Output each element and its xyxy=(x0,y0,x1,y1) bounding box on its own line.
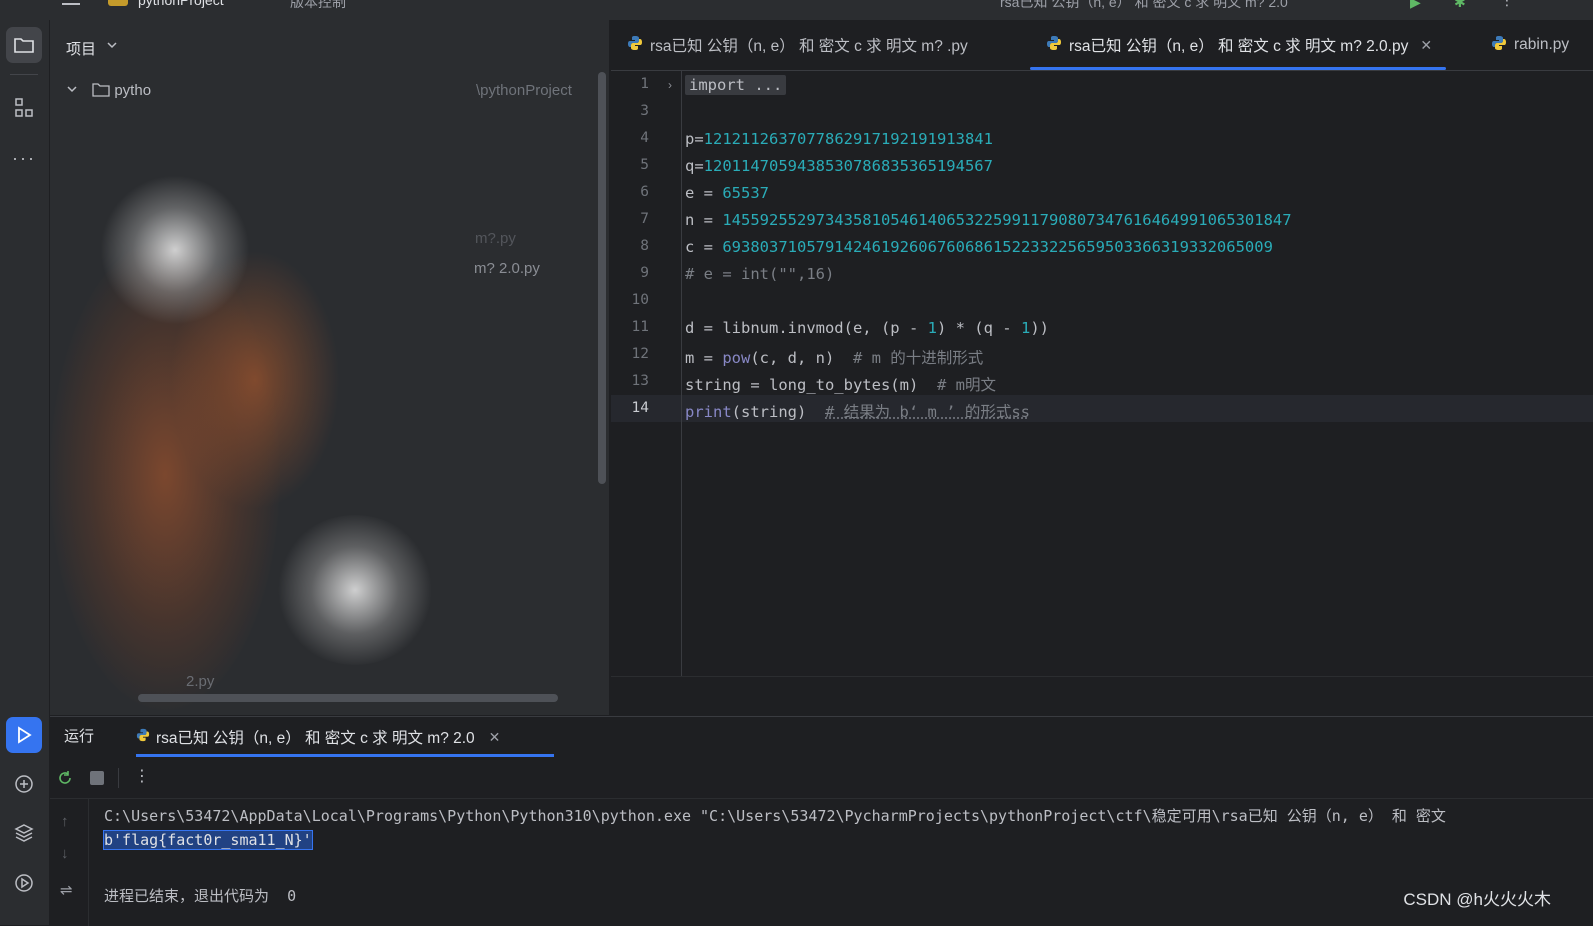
line-number: 10 xyxy=(631,292,649,308)
line-number: 4 xyxy=(640,130,649,146)
run-panel-header: 运行 rsa已知 公钥（n, e） 和 密文 c 求 明文 m? 2.0 ✕ xyxy=(50,717,1593,757)
arrow-up-icon[interactable]: ↑ xyxy=(61,813,69,830)
title-bar: pythonProject 版本控制 rsa已知 公钥（n, e） 和 密文 c… xyxy=(0,0,1593,20)
tree-file-1[interactable]: m?.py xyxy=(475,230,516,247)
tab-rsa-v2[interactable]: rsa已知 公钥（n, e） 和 密文 c 求 明文 m? 2.0.py ✕ xyxy=(1030,20,1447,70)
services-button[interactable] xyxy=(6,865,42,901)
more-options-icon[interactable]: ⋮ xyxy=(134,766,150,786)
tab-label: rsa已知 公钥（n, e） 和 密文 c 求 明文 m? 2.0.py xyxy=(1069,38,1409,55)
tree-root-label: pytho xyxy=(114,82,152,99)
run-toolbar: ⋮ xyxy=(50,758,1593,799)
code-line-4[interactable]: p=12121126370778629171921919138‌41 xyxy=(685,130,993,148)
arrow-down-icon[interactable]: ↓ xyxy=(61,845,69,862)
main-menu-icon[interactable] xyxy=(62,0,80,6)
close-icon[interactable]: ✕ xyxy=(489,729,501,746)
line-number: 6 xyxy=(640,184,649,200)
editor-bottom-area xyxy=(611,676,1593,716)
code-line-6[interactable]: e = 65537 xyxy=(685,184,769,202)
python-packages-button[interactable] xyxy=(6,815,42,851)
line-number-current: 14 xyxy=(631,400,649,416)
chevron-right-icon[interactable]: › xyxy=(668,78,672,92)
chevron-down-icon xyxy=(67,86,77,93)
project-name[interactable]: pythonProject xyxy=(138,0,224,8)
code-line-14[interactable]: print(string) # 结果为 b‘ m ’ 的形式ss xyxy=(685,400,1030,422)
folder-icon xyxy=(92,83,110,97)
run-tab[interactable]: rsa已知 公钥（n, e） 和 密文 c 求 明文 m? 2.0 ✕ xyxy=(136,717,554,757)
run-tab-label: rsa已知 公钥（n, e） 和 密文 c 求 明文 m? 2.0 xyxy=(156,730,475,747)
services-icon xyxy=(15,874,33,892)
tab-rabin[interactable]: rabin.py xyxy=(1491,20,1569,70)
debug-icon[interactable]: ✱ xyxy=(1454,0,1466,11)
rerun-icon[interactable] xyxy=(56,769,74,787)
code-editor[interactable]: 1 › 3 4 5 6 7 8 9 10 11 12 13 14 import … xyxy=(611,71,1593,676)
tree-root-path: \pythonProject xyxy=(476,82,572,99)
folder-icon xyxy=(14,38,34,53)
code-line-9[interactable]: # e = int("",16) xyxy=(685,265,834,283)
code-line-5[interactable]: q=12011470594385307868353651945​67 xyxy=(685,157,993,175)
python-file-icon xyxy=(1491,35,1507,56)
line-number: 3 xyxy=(640,103,649,119)
line-number: 7 xyxy=(640,211,649,227)
folded-imports[interactable]: import ... xyxy=(685,75,787,95)
console-exit: 进程已结束，退出代码为 0 xyxy=(104,887,297,905)
run-panel: 运行 rsa已知 公钥（n, e） 和 密文 c 求 明文 m? 2.0 ✕ ⋮… xyxy=(50,716,1593,926)
run-panel-title: 运行 xyxy=(64,728,95,745)
vcs-widget[interactable]: 版本控制 xyxy=(290,0,346,12)
blurred-overlay xyxy=(50,20,610,715)
python-console-icon xyxy=(15,775,33,793)
line-number: 1 xyxy=(640,76,649,92)
more-tools-button[interactable]: ··· xyxy=(6,140,42,176)
structure-icon xyxy=(15,98,33,117)
python-file-icon xyxy=(627,35,643,56)
tab-label: rsa已知 公钥（n, e） 和 密文 c 求 明文 m? .py xyxy=(650,38,968,55)
tab-rsa-v1[interactable]: rsa已知 公钥（n, e） 和 密文 c 求 明文 m? .py xyxy=(627,20,968,70)
run-icon[interactable]: ▶ xyxy=(1410,0,1421,11)
code-line-13[interactable]: string = long_to_bytes(m) # m明文 xyxy=(685,373,996,395)
tree-file-2[interactable]: m? 2.0.py xyxy=(474,260,540,277)
code-line-11[interactable]: d = libnum.invmod(e, (p - 1) * (q - 1)) xyxy=(685,319,1049,337)
layers-icon xyxy=(14,824,34,842)
close-icon[interactable]: ✕ xyxy=(1420,37,1432,54)
tree-root[interactable]: pytho xyxy=(66,82,151,99)
tool-window-strip: ··· xyxy=(0,20,50,925)
chevron-down-icon[interactable] xyxy=(106,38,118,56)
line-number: 13 xyxy=(631,373,649,389)
python-file-icon xyxy=(1046,35,1062,56)
line-number: 12 xyxy=(631,346,649,362)
selected-output[interactable]: b'flag{fact0r_sma11_N}' xyxy=(103,830,313,850)
project-panel: 项目 pytho \pythonProject m?.py m? 2.0.py … xyxy=(50,20,610,715)
code-line-7[interactable]: n = 145592552973435810546140653225991179… xyxy=(685,211,1292,229)
project-badge-icon[interactable] xyxy=(108,0,128,6)
console-output: b'flag{fact0r_sma11_N}' xyxy=(103,830,313,850)
code-line-1[interactable]: import ... xyxy=(685,75,787,95)
vertical-scrollbar[interactable] xyxy=(598,72,606,484)
python-console-button[interactable] xyxy=(6,766,42,802)
console-command: C:\Users\53472\AppData\Local\Programs\Py… xyxy=(104,807,1446,825)
project-tool-button[interactable] xyxy=(6,27,42,63)
soft-wrap-icon[interactable]: ⇌ xyxy=(60,881,73,899)
console-side-toolbar: ↑ ↓ ⇌ xyxy=(50,799,89,926)
watermark: CSDN @h火火火木 xyxy=(1403,890,1551,909)
editor-tabs: rsa已知 公钥（n, e） 和 密文 c 求 明文 m? .py rsa已知 … xyxy=(611,20,1593,71)
structure-tool-button[interactable] xyxy=(6,90,42,126)
code-line-12[interactable]: m = pow(c, d, n) # m 的十进制形式 xyxy=(685,346,983,368)
tab-label: rabin.py xyxy=(1514,36,1570,53)
line-number: 11 xyxy=(631,319,649,335)
tree-file-3[interactable]: 2.py xyxy=(186,673,214,690)
python-file-icon xyxy=(136,728,150,747)
more-icon[interactable]: ⋮ xyxy=(1500,0,1514,9)
line-number: 5 xyxy=(640,157,649,173)
stop-icon[interactable] xyxy=(90,771,104,785)
play-icon xyxy=(18,726,32,744)
run-tool-button[interactable] xyxy=(6,717,42,753)
line-gutter: 1 › 3 4 5 6 7 8 9 10 11 12 13 14 xyxy=(611,71,682,676)
line-number: 8 xyxy=(640,238,649,254)
run-config-title[interactable]: rsa已知 公钥（n, e） 和 密文 c 求 明文 m? 2.0 xyxy=(1000,0,1288,12)
code-line-8[interactable]: c = 693803710579142461926067606861522332… xyxy=(685,238,1273,256)
ellipsis-icon: ··· xyxy=(12,147,36,168)
horizontal-scrollbar[interactable] xyxy=(138,694,558,702)
project-header[interactable]: 项目 xyxy=(66,38,96,59)
line-number: 9 xyxy=(640,265,649,281)
